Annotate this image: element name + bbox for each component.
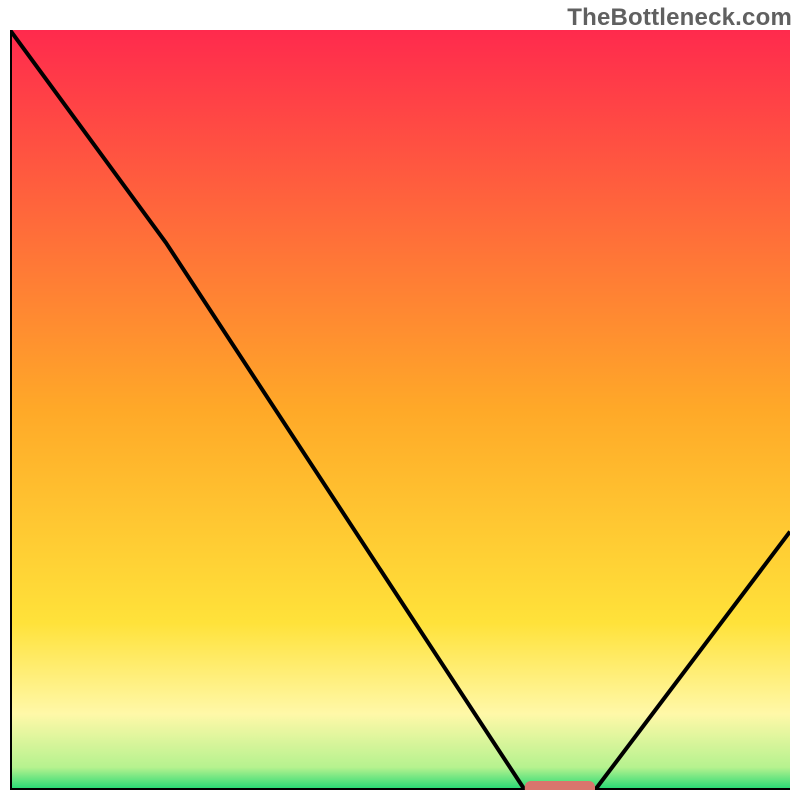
plot-background — [10, 30, 790, 790]
watermark-text: TheBottleneck.com — [567, 4, 792, 32]
chart-container: TheBottleneck.com — [0, 0, 800, 800]
bottleneck-chart — [10, 30, 790, 790]
optimum-marker — [525, 781, 595, 790]
